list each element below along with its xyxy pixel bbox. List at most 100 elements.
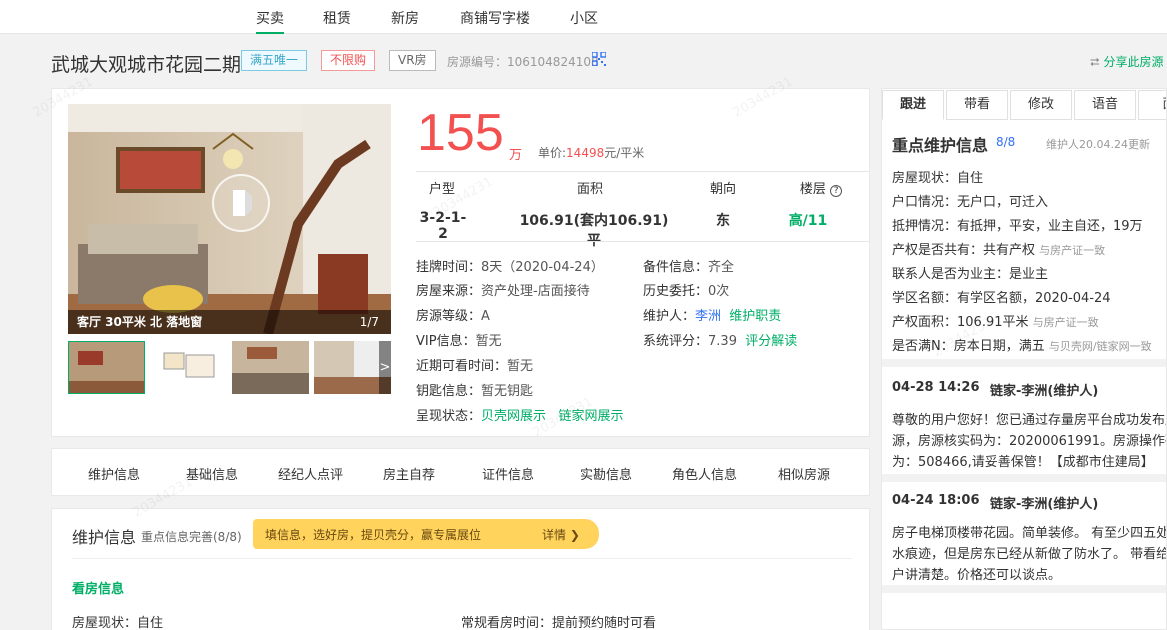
follow-2-line-1: 房子电梯顶楼带花园。简单装修。 有至少四五处 (892, 526, 1167, 541)
tag-no-limit: 不限购 (321, 50, 376, 71)
promo-banner[interactable]: 填信息，选好房，提贝壳分，赢专属展位 详情 ❯ (253, 519, 599, 549)
house-status-row: 房屋现状：自住 (72, 616, 164, 630)
play-icon (233, 190, 252, 216)
tab-agent-review[interactable]: 经纪人点评 (278, 464, 343, 483)
photo-caption-text: 客厅 30平米 北 落地窗 (77, 315, 203, 329)
thumb-next-arrow[interactable]: > (379, 341, 391, 394)
total-price: 155 (417, 104, 504, 162)
price-unit: 万 (509, 148, 523, 163)
side-title: 重点维护信息 (892, 136, 989, 155)
spec-header-floor-label: 楼层 (799, 182, 826, 197)
follow-1-line-2: 源，房源核实码为：20200061991。房源操作码 (892, 434, 1167, 449)
maintenance-subtitle: 重点信息完善(8/8) (141, 530, 242, 544)
recent-viewable: 近期可看时间：暂无 (416, 359, 534, 374)
qr-code-icon[interactable] (592, 52, 606, 66)
side-panel: 跟进 带看 修改 语音 面 重点维护信息 8/8 维护人20.04.24更新 房… (881, 88, 1167, 630)
main-info-card: 客厅 30平米 北 落地窗 1/7 < > 155 万 单价:14498元/平米… (51, 88, 870, 437)
tab-role-people[interactable]: 角色人信息 (672, 464, 737, 483)
maintainer-duty-link[interactable]: 维护职责 (729, 309, 781, 324)
tab-owner-recommend[interactable]: 房主自荐 (383, 464, 435, 483)
tab-basic[interactable]: 基础信息 (186, 464, 238, 483)
nav-new-house[interactable]: 新房 (391, 8, 419, 28)
history-entrust: 历史委托：0次 (643, 284, 730, 299)
tab-similar-houses[interactable]: 相似房源 (778, 464, 830, 483)
chevron-right-icon: ❯ (566, 528, 580, 542)
display-status: 呈现状态：贝壳网展示 链家网展示 (416, 409, 624, 424)
key-line-1: 房屋现状：自住 (892, 171, 984, 186)
listing-time: 挂牌时间：8天（2020-04-24） (416, 260, 604, 275)
side-title-count: 8/8 (996, 135, 1016, 149)
tab-certificates[interactable]: 证件信息 (482, 464, 534, 483)
share-icon: ⮂ (1090, 55, 1100, 69)
nav-commercial[interactable]: 商铺写字楼 (460, 8, 530, 28)
tag-five-year-unique: 满五唯一 (241, 50, 308, 71)
key-line-7: 产权面积：106.91平米 与房产证一致 (892, 315, 1099, 330)
side-tab-edit[interactable]: 修改 (1010, 90, 1072, 120)
follow-2-line-3: 户讲清楚。价格还可以谈点。 (892, 568, 1062, 583)
spec-floor-value: 高/11 (788, 213, 828, 229)
spec-orientation-value: 东 (716, 213, 730, 229)
follow-1-time: 04-28 14:26 (892, 380, 980, 395)
house-grade: 房源等级：A (416, 309, 490, 324)
unit-price: 单价:14498元/平米 (538, 144, 644, 161)
top-nav: 买卖 租赁 新房 商铺写字楼 小区 (0, 0, 1167, 34)
nav-community[interactable]: 小区 (570, 8, 598, 28)
unit-price-suffix: 元/平米 (604, 146, 645, 160)
maintenance-divider (72, 558, 852, 559)
unit-price-value: 14498 (566, 146, 605, 160)
side-title-meta: 维护人20.04.24更新 (1046, 138, 1150, 151)
title-bar: 武城大观城市花园二期 满五唯一 不限购 VR房 房源编号：10610482410… (0, 35, 1167, 88)
key-line-8: 是否满N：房本日期，满五 与贝壳网/链家网一致 (892, 339, 1152, 354)
spec-header-area: 面积 (576, 182, 603, 197)
photo-counter: 1/7 (359, 315, 379, 329)
key-line-6: 学区名额：有学区名额，2020-04-24 (892, 291, 1111, 306)
key-info: 钥匙信息：暂无钥匙 (416, 384, 534, 399)
thumbnail-1[interactable] (68, 341, 145, 394)
side-tab-follow[interactable]: 跟进 (882, 90, 944, 120)
thumbnail-2-floorplan[interactable] (150, 341, 227, 394)
side-tab-voice[interactable]: 语音 (1074, 90, 1136, 120)
follow-2-agent: 链家-李洲(维护人) (990, 497, 1099, 512)
maintenance-title: 维护信息 (72, 528, 137, 547)
viewing-time-row: 常规看房时间：提前预约随时可看 (461, 616, 657, 630)
vr-play-button[interactable] (212, 174, 270, 232)
maintainer-name-link[interactable]: 李洲 (695, 309, 721, 324)
beike-display-link[interactable]: 贝壳网展示 (481, 409, 546, 424)
files-info: 备件信息：齐全 (643, 260, 735, 275)
thumbnail-3[interactable] (232, 341, 309, 394)
share-link[interactable]: ⮂ 分享此房源 (1090, 53, 1163, 70)
spec-divider-bottom (416, 241, 870, 242)
side-tab-showing[interactable]: 带看 (946, 90, 1008, 120)
system-score: 系统评分：7.39 评分解读 (643, 334, 798, 349)
spec-header-orientation: 朝向 (709, 182, 736, 197)
house-code: 房源编号：106104824108 (447, 55, 599, 69)
follow-1-line-3: 为：508466,请妥善保管！【成都市住建局】 (892, 455, 1154, 470)
promo-detail-link[interactable]: 详情 ❯ (542, 526, 580, 543)
nav-buy[interactable]: 买卖 (256, 8, 284, 34)
follow-1-line-1: 尊敬的用户您好！您已通过存量房平台成功发布房 (892, 413, 1167, 428)
follow-2-line-2: 水痕迹，但是房东已经从新做了防水了。 带看给 (892, 547, 1167, 562)
unit-price-label: 单价: (538, 146, 567, 160)
tag-vr: VR房 (389, 50, 436, 71)
key-line-5: 联系人是否为业主：是业主 (892, 267, 1049, 282)
vip-info: VIP信息：暂无 (416, 334, 502, 349)
score-explain-link[interactable]: 评分解读 (745, 334, 797, 349)
spec-header-floor: 楼层 ? (786, 178, 856, 197)
help-icon[interactable]: ? (830, 185, 843, 197)
tab-maintenance[interactable]: 维护信息 (88, 464, 140, 483)
viewing-info-heading: 看房信息 (72, 582, 125, 597)
spec-header-layout: 户型 (428, 182, 455, 197)
photo-caption: 客厅 30平米 北 落地窗 1/7 (68, 310, 391, 334)
tab-survey[interactable]: 实勘信息 (580, 464, 632, 483)
spec-divider-top (416, 171, 870, 172)
page-title: 武城大观城市花园二期 (51, 54, 242, 76)
nav-rent[interactable]: 租赁 (323, 8, 351, 28)
side-tab-more[interactable]: 面 (1138, 90, 1166, 120)
key-line-2: 户口情况：无户口，可迁入 (892, 195, 1049, 210)
maintenance-section: 维护信息 重点信息完善(8/8) 填信息，选好房，提贝壳分，赢专属展位 详情 ❯… (51, 508, 870, 630)
follow-1-agent: 链家-李洲(维护人) (990, 384, 1099, 399)
side-separator-3 (882, 585, 1166, 593)
key-line-3: 抵押情况：有抵押，平安，业主自还，19万 (892, 219, 1143, 234)
house-photo[interactable]: 客厅 30平米 北 落地窗 1/7 (68, 104, 391, 334)
lianjia-display-link[interactable]: 链家网展示 (558, 409, 623, 424)
